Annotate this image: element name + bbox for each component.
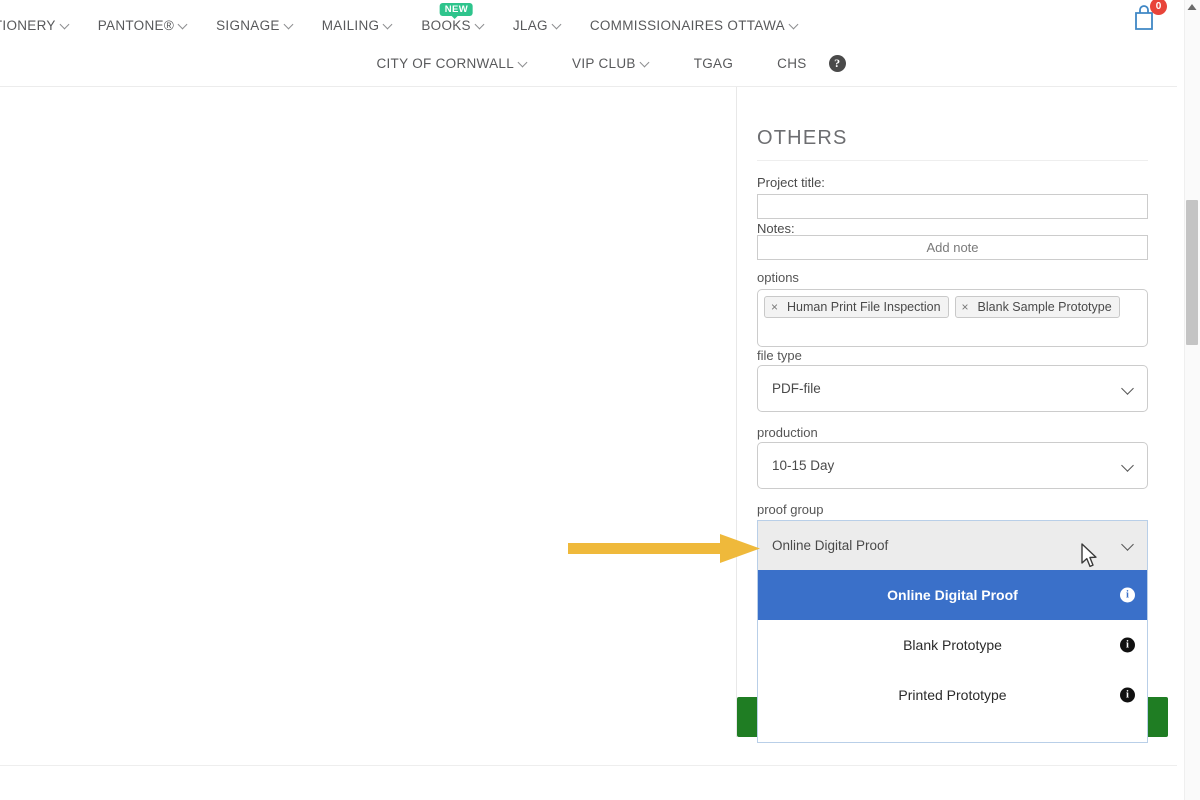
tag-chip[interactable]: × Human Print File Inspection bbox=[764, 296, 949, 318]
help-icon[interactable]: ? bbox=[829, 55, 846, 72]
chevron-down-icon bbox=[1123, 540, 1134, 551]
options-label: options bbox=[757, 270, 799, 285]
file-type-label: file type bbox=[757, 348, 802, 363]
chevron-down-icon bbox=[476, 20, 485, 29]
nav-label: TATIONERY bbox=[0, 18, 56, 33]
project-title-label: Project title: bbox=[757, 175, 825, 190]
nav-item-mailing[interactable]: MAILING bbox=[322, 18, 394, 33]
tag-label: Blank Sample Prototype bbox=[978, 300, 1112, 314]
nav-label: CHS bbox=[777, 56, 806, 71]
project-title-input[interactable] bbox=[757, 194, 1148, 219]
production-value: 10-15 Day bbox=[772, 458, 834, 473]
nav-label: TGAG bbox=[694, 56, 733, 71]
production-label: production bbox=[757, 425, 818, 440]
proof-group-options-list: Online Digital Proof i Blank Prototype i… bbox=[757, 570, 1148, 743]
proof-group-option-printed-prototype[interactable]: Printed Prototype i bbox=[758, 670, 1147, 720]
proof-group-value: Online Digital Proof bbox=[772, 538, 888, 553]
chevron-down-icon bbox=[1123, 384, 1134, 395]
nav-row-secondary: CITY OF CORNWALL VIP CLUB TGAG CHS ? bbox=[0, 44, 1200, 82]
nav-item-chs[interactable]: CHS bbox=[777, 56, 806, 71]
tag-label: Human Print File Inspection bbox=[787, 300, 941, 314]
option-label: Blank Prototype bbox=[903, 637, 1002, 653]
add-note-button[interactable]: Add note bbox=[757, 235, 1148, 260]
chevron-down-icon bbox=[384, 20, 393, 29]
notes-label: Notes: bbox=[757, 221, 795, 236]
nav-item-books[interactable]: NEW BOOKS bbox=[421, 18, 485, 33]
tag-chip[interactable]: × Blank Sample Prototype bbox=[955, 296, 1120, 318]
options-tag-input[interactable]: × Human Print File Inspection × Blank Sa… bbox=[757, 289, 1148, 347]
new-badge: NEW bbox=[440, 3, 473, 17]
chevron-down-icon bbox=[1123, 461, 1134, 472]
chevron-down-icon bbox=[553, 20, 562, 29]
nav-item-pantone[interactable]: PANTONE® bbox=[98, 18, 188, 33]
proof-group-option-blank-prototype[interactable]: Blank Prototype i bbox=[758, 620, 1147, 670]
file-type-value: PDF-file bbox=[772, 381, 821, 396]
nav-label: COMMISSIONAIRES OTTAWA bbox=[590, 18, 785, 33]
nav-label: CITY OF CORNWALL bbox=[376, 56, 514, 71]
info-icon[interactable]: i bbox=[1120, 588, 1135, 603]
nav-label: VIP CLUB bbox=[572, 56, 636, 71]
cart-button[interactable]: 0 bbox=[1128, 2, 1162, 36]
vertical-scrollbar-thumb[interactable] bbox=[1186, 200, 1198, 345]
file-type-select[interactable]: PDF-file bbox=[757, 365, 1148, 412]
page-root: TATIONERY PANTONE® SIGNAGE MAILING NEW B… bbox=[0, 0, 1200, 800]
nav-label: BOOKS bbox=[421, 18, 471, 33]
chevron-down-icon bbox=[61, 20, 70, 29]
nav-row-primary: TATIONERY PANTONE® SIGNAGE MAILING NEW B… bbox=[0, 6, 1200, 44]
chevron-down-icon bbox=[179, 20, 188, 29]
chevron-down-icon bbox=[519, 58, 528, 67]
nav-label: SIGNAGE bbox=[216, 18, 280, 33]
info-icon[interactable]: i bbox=[1120, 638, 1135, 653]
nav-item-signage[interactable]: SIGNAGE bbox=[216, 18, 294, 33]
option-label: Printed Prototype bbox=[898, 687, 1006, 703]
nav-item-tgag[interactable]: TGAG bbox=[694, 56, 733, 71]
nav-label: JLAG bbox=[513, 18, 548, 33]
footer-divider bbox=[0, 765, 1177, 766]
remove-tag-icon[interactable]: × bbox=[765, 297, 784, 317]
nav-item-vip-club[interactable]: VIP CLUB bbox=[572, 56, 650, 71]
production-select[interactable]: 10-15 Day bbox=[757, 442, 1148, 489]
title-divider bbox=[757, 160, 1148, 161]
chevron-down-icon bbox=[641, 58, 650, 67]
nav-item-city-of-cornwall[interactable]: CITY OF CORNWALL bbox=[376, 56, 528, 71]
option-label: Online Digital Proof bbox=[887, 587, 1018, 603]
vertical-scrollbar-track[interactable] bbox=[1184, 0, 1200, 800]
remove-tag-icon[interactable]: × bbox=[956, 297, 975, 317]
chevron-down-icon bbox=[285, 20, 294, 29]
chevron-down-icon bbox=[790, 20, 799, 29]
scroll-up-arrow-icon[interactable] bbox=[1187, 3, 1197, 11]
page-title: OTHERS bbox=[757, 127, 848, 150]
proof-group-option-online-digital-proof[interactable]: Online Digital Proof i bbox=[758, 570, 1147, 620]
annotation-arrow-icon bbox=[568, 534, 760, 564]
info-icon[interactable]: i bbox=[1120, 688, 1135, 703]
mouse-cursor-icon bbox=[1081, 543, 1099, 569]
proof-group-label: proof group bbox=[757, 502, 824, 517]
nav-item-stationery[interactable]: TATIONERY bbox=[0, 18, 70, 33]
nav-label: MAILING bbox=[322, 18, 380, 33]
nav-item-commissionaires-ottawa[interactable]: COMMISSIONAIRES OTTAWA bbox=[590, 18, 799, 33]
top-navigation: TATIONERY PANTONE® SIGNAGE MAILING NEW B… bbox=[0, 0, 1200, 86]
nav-label: PANTONE® bbox=[98, 18, 174, 33]
nav-item-jlag[interactable]: JLAG bbox=[513, 18, 562, 33]
